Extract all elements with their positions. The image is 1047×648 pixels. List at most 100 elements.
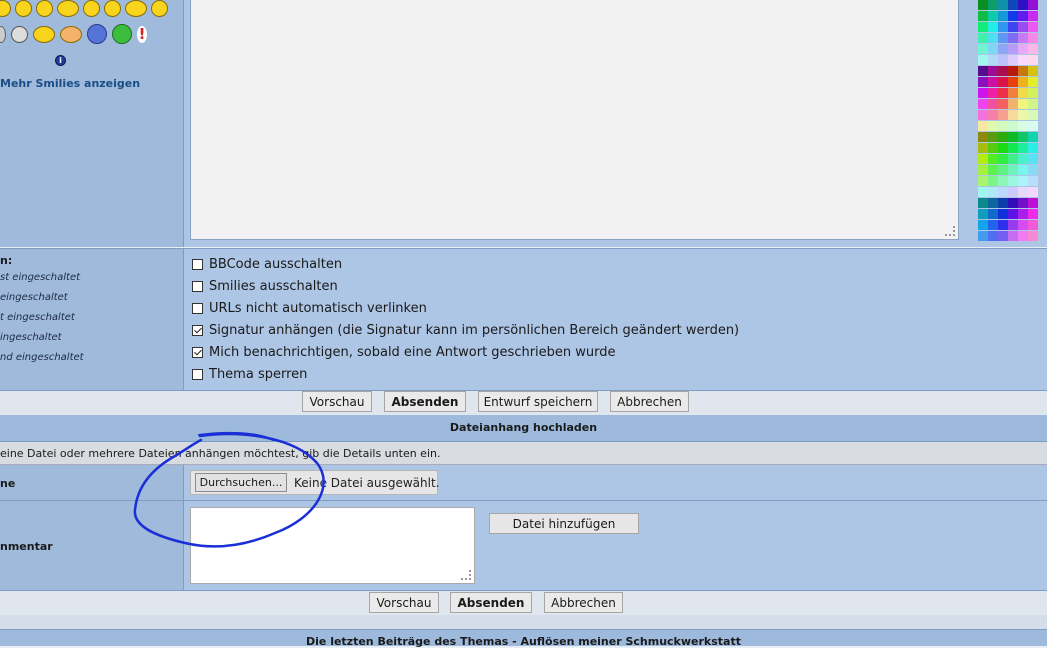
palette-swatch[interactable] xyxy=(1008,44,1018,54)
palette-swatch[interactable] xyxy=(998,66,1008,76)
smiley-arrow-icon[interactable] xyxy=(104,0,121,17)
smiley-confused-icon[interactable] xyxy=(36,0,53,17)
palette-swatch[interactable] xyxy=(988,0,998,10)
smiley-info-icon[interactable]: i xyxy=(55,55,66,66)
option-lock-topic[interactable]: Thema sperren xyxy=(192,367,307,382)
palette-swatch[interactable] xyxy=(998,132,1008,142)
palette-swatch[interactable] xyxy=(988,165,998,175)
palette-swatch[interactable] xyxy=(1018,22,1028,32)
submit-button-bottom[interactable]: Absenden xyxy=(450,592,532,613)
palette-swatch[interactable] xyxy=(1018,66,1028,76)
palette-swatch[interactable] xyxy=(988,55,998,65)
palette-swatch[interactable] xyxy=(1008,220,1018,230)
palette-swatch[interactable] xyxy=(998,55,1008,65)
palette-swatch[interactable] xyxy=(1018,88,1028,98)
palette-swatch[interactable] xyxy=(978,209,988,219)
palette-swatch[interactable] xyxy=(1008,0,1018,10)
palette-swatch[interactable] xyxy=(1018,231,1028,241)
palette-swatch[interactable] xyxy=(1008,165,1018,175)
palette-swatch[interactable] xyxy=(1008,88,1018,98)
palette-swatch[interactable] xyxy=(1028,132,1038,142)
option-checkbox[interactable] xyxy=(192,325,203,336)
palette-swatch[interactable] xyxy=(988,66,998,76)
palette-swatch[interactable] xyxy=(978,165,988,175)
palette-swatch[interactable] xyxy=(978,44,988,54)
palette-swatch[interactable] xyxy=(978,88,988,98)
palette-swatch[interactable] xyxy=(988,88,998,98)
palette-swatch[interactable] xyxy=(1018,33,1028,43)
smiley-lightbulb-icon[interactable] xyxy=(11,25,28,43)
palette-swatch[interactable] xyxy=(1028,187,1038,197)
palette-swatch[interactable] xyxy=(1008,231,1018,241)
palette-swatch[interactable] xyxy=(988,198,998,208)
submit-button[interactable]: Absenden xyxy=(384,391,466,412)
smiley-wink-icon[interactable] xyxy=(0,0,11,17)
palette-swatch[interactable] xyxy=(998,198,1008,208)
palette-swatch[interactable] xyxy=(988,121,998,131)
palette-swatch[interactable] xyxy=(978,66,988,76)
palette-swatch[interactable] xyxy=(1028,154,1038,164)
palette-swatch[interactable] xyxy=(978,55,988,65)
palette-swatch[interactable] xyxy=(988,132,998,142)
option-checkbox[interactable] xyxy=(192,281,203,292)
smiley-clover-icon[interactable] xyxy=(112,24,132,44)
palette-swatch[interactable] xyxy=(988,11,998,21)
palette-swatch[interactable] xyxy=(998,209,1008,219)
palette-swatch[interactable] xyxy=(978,11,988,21)
palette-swatch[interactable] xyxy=(1008,66,1018,76)
palette-swatch[interactable] xyxy=(998,165,1008,175)
smiley-search-icon[interactable] xyxy=(125,0,147,17)
palette-swatch[interactable] xyxy=(1018,132,1028,142)
palette-swatch[interactable] xyxy=(1008,132,1018,142)
palette-swatch[interactable] xyxy=(998,0,1008,10)
option-signature[interactable]: Signatur anhängen (die Signatur kann im … xyxy=(192,323,739,338)
palette-swatch[interactable] xyxy=(1018,198,1028,208)
palette-swatch[interactable] xyxy=(1028,231,1038,241)
palette-swatch[interactable] xyxy=(978,176,988,186)
palette-swatch[interactable] xyxy=(1018,220,1028,230)
palette-swatch[interactable] xyxy=(998,143,1008,153)
palette-swatch[interactable] xyxy=(988,99,998,109)
save-draft-button[interactable]: Entwurf speichern xyxy=(478,391,598,412)
palette-swatch[interactable] xyxy=(1018,143,1028,153)
palette-swatch[interactable] xyxy=(1008,121,1018,131)
palette-swatch[interactable] xyxy=(998,121,1008,131)
palette-swatch[interactable] xyxy=(998,220,1008,230)
palette-swatch[interactable] xyxy=(1008,110,1018,120)
palette-swatch[interactable] xyxy=(1028,22,1038,32)
palette-swatch[interactable] xyxy=(1028,33,1038,43)
palette-swatch[interactable] xyxy=(1028,66,1038,76)
palette-swatch[interactable] xyxy=(988,231,998,241)
palette-swatch[interactable] xyxy=(1008,154,1018,164)
option-checkbox[interactable] xyxy=(192,369,203,380)
palette-swatch[interactable] xyxy=(978,77,988,87)
palette-swatch[interactable] xyxy=(988,209,998,219)
palette-swatch[interactable] xyxy=(1008,198,1018,208)
add-file-button[interactable]: Datei hinzufügen xyxy=(489,513,639,534)
smiley-graduate-icon[interactable] xyxy=(33,25,55,43)
palette-swatch[interactable] xyxy=(978,121,988,131)
palette-swatch[interactable] xyxy=(1018,77,1028,87)
palette-swatch[interactable] xyxy=(1018,165,1028,175)
palette-swatch[interactable] xyxy=(1028,99,1038,109)
palette-swatch[interactable] xyxy=(998,154,1008,164)
palette-swatch[interactable] xyxy=(988,154,998,164)
palette-swatch[interactable] xyxy=(978,220,988,230)
palette-swatch[interactable] xyxy=(998,11,1008,21)
option-smilies[interactable]: Smilies ausschalten xyxy=(192,279,338,294)
smiley-question-icon[interactable] xyxy=(83,0,100,17)
palette-swatch[interactable] xyxy=(1028,198,1038,208)
preview-button[interactable]: Vorschau xyxy=(302,391,372,412)
palette-swatch[interactable] xyxy=(1028,176,1038,186)
palette-swatch[interactable] xyxy=(978,110,988,120)
palette-swatch[interactable] xyxy=(998,99,1008,109)
palette-swatch[interactable] xyxy=(1028,77,1038,87)
palette-swatch[interactable] xyxy=(998,176,1008,186)
palette-swatch[interactable] xyxy=(1028,121,1038,131)
palette-swatch[interactable] xyxy=(1018,176,1028,186)
palette-swatch[interactable] xyxy=(1018,110,1028,120)
palette-swatch[interactable] xyxy=(998,231,1008,241)
palette-swatch[interactable] xyxy=(998,22,1008,32)
palette-swatch[interactable] xyxy=(988,187,998,197)
palette-swatch[interactable] xyxy=(1028,11,1038,21)
